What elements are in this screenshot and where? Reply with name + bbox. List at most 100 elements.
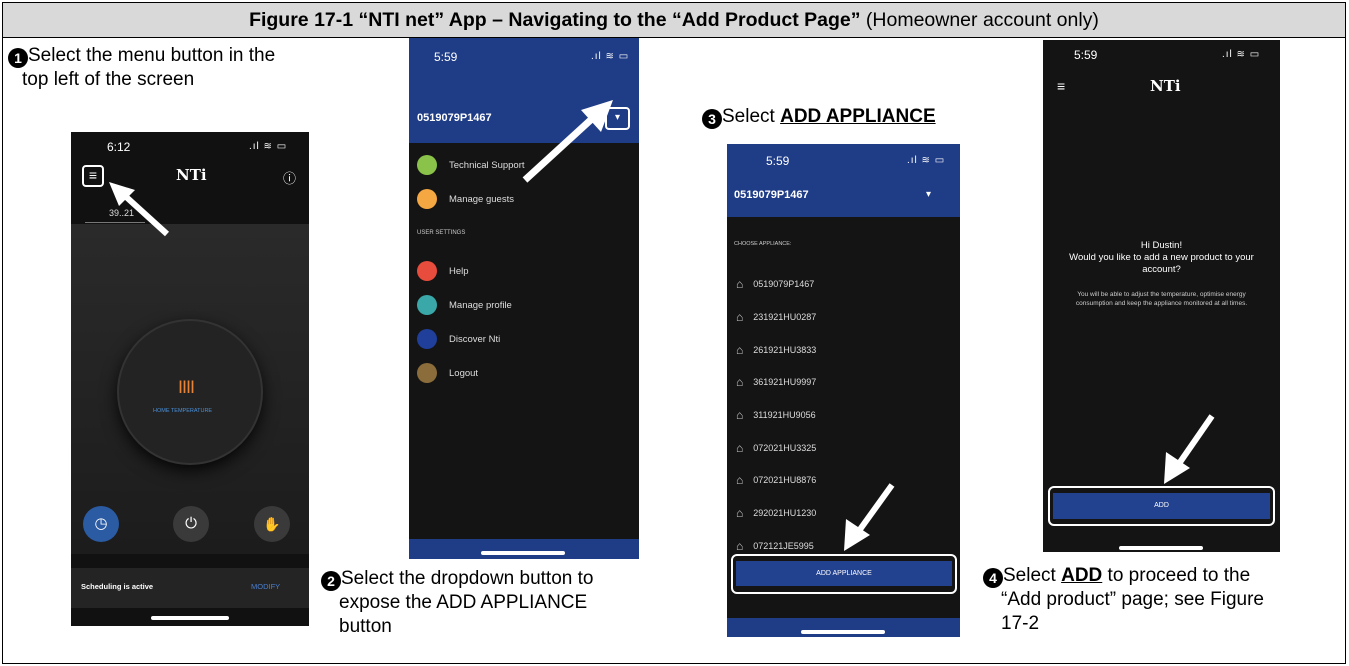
step-number: 3	[702, 109, 722, 129]
support-icon	[417, 155, 437, 175]
arrow-pointer-icon	[844, 483, 895, 551]
menu-item-label: Logout	[449, 367, 479, 379]
house-icon: ⌂	[736, 506, 744, 521]
help-icon	[417, 261, 437, 281]
appliance-item[interactable]: ⌂ 072021HU3325	[736, 431, 816, 464]
status-time: 5:59	[766, 154, 790, 168]
arrow-pointer-icon	[109, 182, 170, 237]
menu-item[interactable]: Help	[417, 254, 512, 288]
step2-text-line2: expose the ADD APPLIANCE	[339, 592, 588, 613]
description-text: You will be able to adjust the temperatu…	[1075, 291, 1248, 307]
signal-wifi-battery-icon: .ıl ≋ ▭	[249, 141, 288, 152]
step4-text: Select	[1003, 565, 1062, 586]
section-user-settings: USER SETTINGS	[417, 230, 466, 236]
appliance-id: 361921HU9997	[753, 377, 817, 388]
arrow-pointer-icon	[522, 100, 613, 183]
chevron-down-icon[interactable]: ▾	[926, 189, 931, 200]
appliance-item[interactable]: ⌂ 072021HU8876	[736, 464, 816, 497]
step4-emphasis: ADD	[1061, 565, 1103, 586]
nti-logo: NTi	[176, 166, 207, 184]
step-number: 2	[321, 571, 341, 591]
device-id: 0519079P1467	[417, 112, 492, 124]
bottom-strip	[409, 539, 639, 559]
arrow-pointer-icon	[1164, 414, 1215, 484]
house-icon: ⌂	[736, 342, 744, 357]
appliance-item[interactable]: ⌂ 261921HU3833	[736, 333, 816, 366]
menu-icon[interactable]: ≡	[82, 165, 104, 187]
house-icon: ⌂	[736, 277, 744, 292]
greeting-block: Hi Dustin! Would you like to add a new p…	[1051, 240, 1272, 308]
house-icon: ⌂	[736, 473, 744, 488]
nti-logo: NTi	[1150, 77, 1181, 95]
appliance-id: 261921HU3833	[753, 344, 817, 355]
step4-caption: 4 Select ADD to proceed to the “Add produ…	[983, 564, 1264, 636]
appliance-id: 072021HU3325	[753, 442, 817, 453]
user-settings-list: Help Manage profile Discover Nti Logout	[417, 254, 512, 390]
step2-text-line3: button	[339, 616, 392, 637]
appliance-id: 072021HU8876	[753, 475, 817, 486]
choose-appliance-label: CHOOSE APPLIANCE:	[734, 241, 792, 247]
info-icon[interactable]: ⓘ	[283, 168, 296, 187]
profile-icon	[417, 295, 437, 315]
step3-caption: 3 Select ADD APPLIANCE	[702, 105, 936, 129]
appliance-id: 072121JE5995	[753, 540, 814, 551]
step1-caption: 1 Select the menu button in the top left …	[8, 44, 275, 92]
appliance-list: ⌂ 0519079P1467 ⌂ 231921HU0287 ⌂ 261921HU3833 ⌂…	[736, 268, 816, 562]
figure-title-note: (Homeowner account only)	[860, 8, 1099, 31]
house-icon: ⌂	[736, 408, 744, 423]
home-indicator	[801, 630, 885, 634]
menu-item-label: Manage profile	[449, 299, 512, 311]
radiator-icon: ⵏⵏⵏⵏ	[178, 378, 195, 397]
step4-text-line3: 17-2	[1001, 613, 1040, 634]
step2-caption: 2 Select the dropdown button to expose th…	[321, 567, 593, 639]
schedule-status-text: Scheduling is active	[81, 582, 154, 591]
menu-item[interactable]: Logout	[417, 356, 512, 390]
signal-wifi-battery-icon: .ıl ≋ ▭	[1222, 49, 1261, 60]
status-time: 6:12	[107, 140, 131, 154]
appliance-item[interactable]: ⌂ 0519079P1467	[736, 268, 816, 301]
menu-list: Technical Support Manage guests	[417, 148, 525, 216]
schedule-button[interactable]: ◷	[83, 506, 119, 542]
home-indicator	[481, 551, 565, 555]
modify-link[interactable]: MODIFY	[251, 582, 280, 591]
signal-wifi-battery-icon: .ıl ≋ ▭	[907, 155, 946, 166]
appliance-item[interactable]: ⌂ 292021HU1230	[736, 497, 816, 530]
appliance-id: 0519079P1467	[753, 279, 815, 290]
appliance-id: 311921HU9056	[753, 410, 816, 421]
step-number: 4	[983, 568, 1003, 588]
figure-title-bold: Figure 17-1 “NTI net” App – Navigating t…	[249, 8, 861, 31]
greeting-text: Hi Dustin!	[1140, 240, 1183, 251]
menu-item[interactable]: Manage profile	[417, 288, 512, 322]
question-text: Would you like to add a new product to y…	[1069, 252, 1254, 275]
menu-icon[interactable]: ≡	[1057, 78, 1065, 94]
menu-item[interactable]: Technical Support	[417, 148, 525, 182]
logout-icon	[417, 363, 437, 383]
appliance-item[interactable]: ⌂ 361921HU9997	[736, 366, 816, 399]
menu-item[interactable]: Discover Nti	[417, 322, 512, 356]
menu-item-label: Technical Support	[449, 159, 525, 171]
step3-text: Select	[722, 106, 781, 127]
nti-icon	[417, 329, 437, 349]
menu-item-label: Discover Nti	[449, 333, 501, 345]
menu-item[interactable]: Manage guests	[417, 182, 525, 216]
step-number: 1	[8, 48, 28, 68]
step3-emphasis: ADD APPLIANCE	[780, 106, 936, 127]
bottom-strip	[727, 618, 960, 637]
add-button[interactable]: ADD	[1053, 493, 1270, 519]
guests-icon	[417, 189, 437, 209]
house-icon: ⌂	[736, 440, 744, 455]
status-time: 5:59	[434, 50, 458, 64]
manual-hand-button[interactable]: ✋	[254, 506, 290, 542]
house-icon: ⌂	[736, 538, 744, 553]
appliance-item[interactable]: ⌂ 231921HU0287	[736, 301, 816, 334]
house-icon: ⌂	[736, 310, 744, 325]
device-id: 0519079P1467	[734, 189, 809, 201]
figure-title: Figure 17-1 “NTI net” App – Navigating t…	[3, 3, 1345, 38]
signal-wifi-battery-icon: .ıl ≋ ▭	[591, 51, 630, 62]
power-button[interactable]: ⏻	[173, 506, 209, 542]
add-appliance-button[interactable]: ADD APPLIANCE	[736, 561, 952, 586]
menu-item-label: Manage guests	[449, 193, 514, 205]
appliance-item[interactable]: ⌂ 311921HU9056	[736, 399, 816, 432]
status-time: 5:59	[1074, 48, 1098, 62]
house-icon: ⌂	[736, 375, 744, 390]
